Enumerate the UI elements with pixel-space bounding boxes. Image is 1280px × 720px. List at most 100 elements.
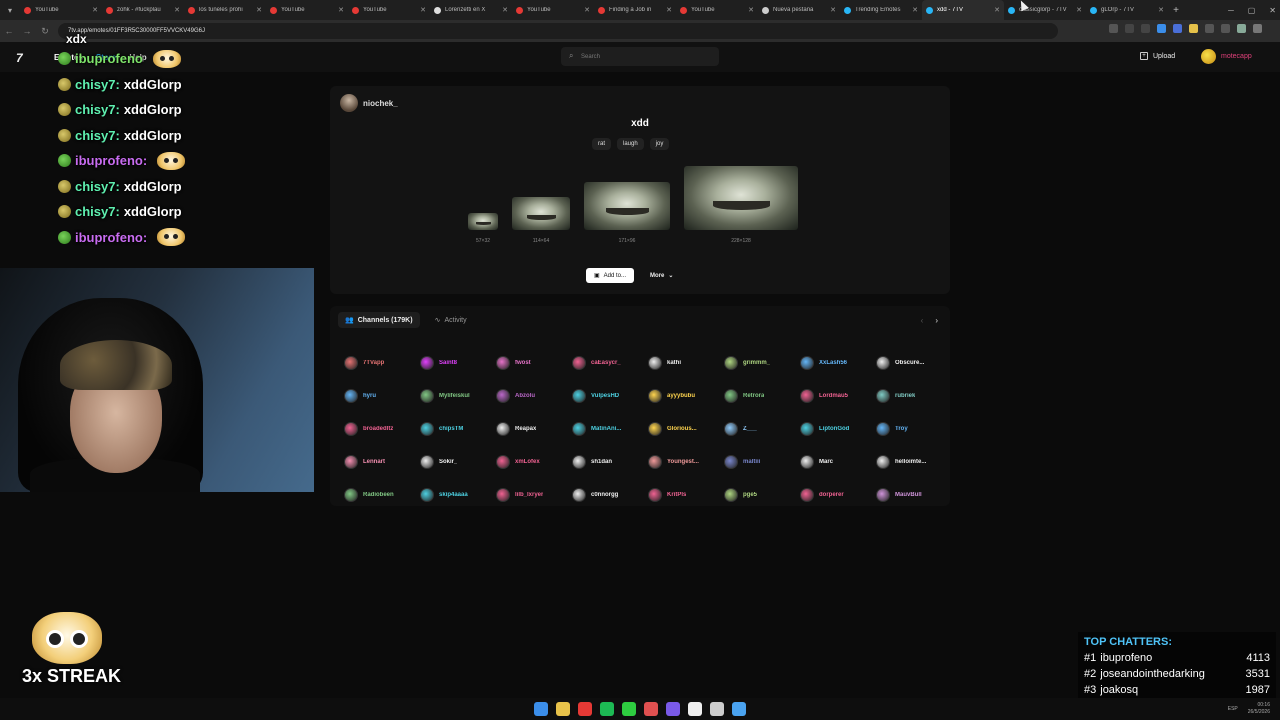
channel-item[interactable]: KritPls [648,478,724,511]
browser-tab[interactable]: YouTube ✕ [512,0,594,20]
taskbar-app-icon[interactable] [710,702,724,716]
sidebar-icon[interactable] [1221,24,1230,33]
browser-tab[interactable]: YouTube ✕ [266,0,348,20]
puzzle-icon[interactable] [1205,24,1214,33]
bookmark-star-icon[interactable] [1141,24,1150,33]
tab-activity[interactable]: ∿ Activity [428,312,474,328]
browser-tab[interactable]: xdd - 7TV ✕ [922,0,1004,20]
channel-item[interactable]: rubriek [876,379,952,412]
browser-tab[interactable]: classicglorp - 7TV ✕ [1004,0,1086,20]
channel-item[interactable]: grimmm_ [724,346,800,379]
chevron-left-icon[interactable]: ‹ [921,316,924,325]
taskbar-app-icon[interactable] [732,702,746,716]
taskbar-app-icon[interactable] [666,702,680,716]
taskbar-app-icon[interactable] [600,702,614,716]
maximize-button[interactable]: ▢ [1248,6,1256,15]
close-tab-icon[interactable]: ✕ [338,6,344,14]
browser-tab[interactable]: Finding a Job in ✕ [594,0,676,20]
close-tab-icon[interactable]: ✕ [912,6,918,14]
channel-item[interactable]: Sokir_ [420,445,496,478]
search-input[interactable]: ⌕ Search [561,47,719,66]
channel-item[interactable]: Youngest... [648,445,724,478]
browser-tab[interactable]: Lorenzetti en X ✕ [430,0,512,20]
channel-item[interactable]: maltiii [724,445,800,478]
channel-item[interactable]: dorperer [800,478,876,511]
tag-chip[interactable]: rat [592,138,612,150]
channel-item[interactable]: sh1dan [572,445,648,478]
extension-yellow-icon[interactable] [1189,24,1198,33]
channel-item[interactable]: chipsTM [420,412,496,445]
close-window-button[interactable]: ✕ [1269,6,1276,15]
channel-item[interactable]: Retrora [724,379,800,412]
channel-item[interactable]: pge5 [724,478,800,511]
more-button[interactable]: More ⌄ [642,268,681,283]
emote-size-3x[interactable]: 171×96 [584,182,670,244]
close-tab-icon[interactable]: ✕ [584,6,590,14]
channel-item[interactable]: LiptonGod [800,412,876,445]
browser-tab[interactable]: YouTube ✕ [348,0,430,20]
close-tab-icon[interactable]: ✕ [502,6,508,14]
channel-item[interactable]: fwost [496,346,572,379]
channel-item[interactable]: Z___ [724,412,800,445]
browser-tab[interactable]: zohk - #fuckplau ✕ [102,0,184,20]
close-tab-icon[interactable]: ✕ [92,6,98,14]
close-tab-icon[interactable]: ✕ [1076,6,1082,14]
close-tab-icon[interactable]: ✕ [256,6,262,14]
close-tab-icon[interactable]: ✕ [748,6,754,14]
channel-item[interactable]: Troy [876,412,952,445]
tab-channels[interactable]: 👥 Channels (179K) [338,312,420,328]
close-tab-icon[interactable]: ✕ [420,6,426,14]
extension-blue-icon[interactable] [1173,24,1182,33]
forward-icon[interactable]: → [18,26,36,36]
reload-icon[interactable]: ↻ [36,26,54,37]
channel-item[interactable]: Mylifeiskul [420,379,496,412]
taskbar-app-icon[interactable] [644,702,658,716]
back-icon[interactable]: ← [0,26,18,36]
new-tab-button[interactable]: + [1168,5,1184,16]
emote-size-4x[interactable]: 228×128 [684,166,798,244]
channel-item[interactable]: MauvBull [876,478,952,511]
close-tab-icon[interactable]: ✕ [994,6,1000,14]
close-tab-icon[interactable]: ✕ [174,6,180,14]
channel-item[interactable]: Lordmau5 [800,379,876,412]
channel-item[interactable]: Radiobeen [344,478,420,511]
emote-size-1x[interactable]: 57×32 [468,213,498,244]
channel-item[interactable]: caEasycr_ [572,346,648,379]
chevron-right-icon[interactable]: › [935,316,938,325]
channel-item[interactable]: broadedltz [344,412,420,445]
channel-item[interactable]: Abzolu [496,379,572,412]
tag-chip[interactable]: joy [649,138,670,150]
user-account[interactable]: motecapp [1201,49,1252,64]
emote-owner[interactable]: niochek_ [340,94,398,112]
extension-7tv-icon[interactable] [1157,24,1166,33]
channel-item[interactable]: skip4aaaa [420,478,496,511]
channel-item[interactable]: 7TVapp [344,346,420,379]
browser-tab[interactable]: YouTube ✕ [676,0,758,20]
tab-search-icon[interactable]: ▾ [0,0,20,20]
close-tab-icon[interactable]: ✕ [1158,6,1164,14]
minimize-button[interactable]: ─ [1228,6,1234,15]
channel-item[interactable]: c0nnorgg [572,478,648,511]
close-tab-icon[interactable]: ✕ [830,6,836,14]
taskbar-app-icon[interactable] [578,702,592,716]
channel-item[interactable]: Reapax [496,412,572,445]
channel-item[interactable]: lilb_lxryer [496,478,572,511]
profile-icon[interactable] [1237,24,1246,33]
channel-item[interactable]: kathi [648,346,724,379]
channel-item[interactable]: MatinAni... [572,412,648,445]
browser-tab[interactable]: YouTube ✕ [20,0,102,20]
taskbar-app-icon[interactable] [622,702,636,716]
channel-item[interactable]: VulpesHD [572,379,648,412]
language-indicator[interactable]: ESP [1228,706,1238,712]
tag-chip[interactable]: laugh [617,138,644,150]
channel-item[interactable]: Glorious... [648,412,724,445]
upload-button[interactable]: + Upload [1140,52,1175,60]
channel-item[interactable]: Lennart [344,445,420,478]
browser-tab[interactable]: Nueva pestaña ✕ [758,0,840,20]
taskbar-app-icon[interactable] [688,702,702,716]
add-to-button[interactable]: ▣ Add to... [586,268,635,283]
channel-item[interactable]: helloimte... [876,445,952,478]
channel-item[interactable]: hyru [344,379,420,412]
emote-size-2x[interactable]: 114×64 [512,197,570,244]
clock[interactable]: 00:16 26/5/2026 [1248,702,1270,716]
